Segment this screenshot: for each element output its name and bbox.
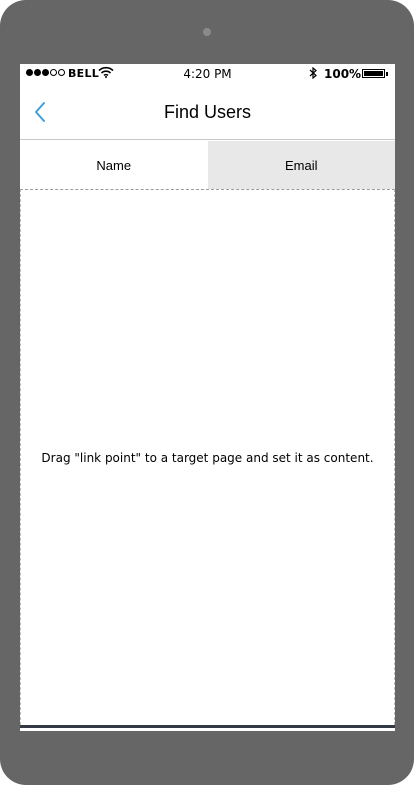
navigation-bar: Find Users (20, 84, 395, 140)
content-placeholder: Drag "link point" to a target page and s… (20, 189, 395, 725)
bottom-divider (20, 725, 395, 728)
tab-email[interactable]: Email (207, 141, 395, 189)
screen: BELL 4:20 PM 100% Find Users Name Email … (20, 64, 395, 731)
page-title: Find Users (163, 102, 252, 122)
bluetooth-icon (309, 66, 317, 82)
tab-bar: Name Email (20, 141, 395, 189)
tab-email-label: Email (284, 157, 318, 173)
status-bar: BELL 4:20 PM 100% (20, 64, 395, 84)
battery-percentage: 100% (324, 67, 362, 81)
camera-icon (203, 28, 211, 36)
battery-icon (362, 69, 388, 78)
placeholder-hint: Drag "link point" to a target page and s… (41, 451, 374, 465)
tab-name-label: Name (96, 157, 132, 173)
tab-name[interactable]: Name (20, 141, 208, 189)
phone-frame: BELL 4:20 PM 100% Find Users Name Email … (0, 0, 414, 785)
